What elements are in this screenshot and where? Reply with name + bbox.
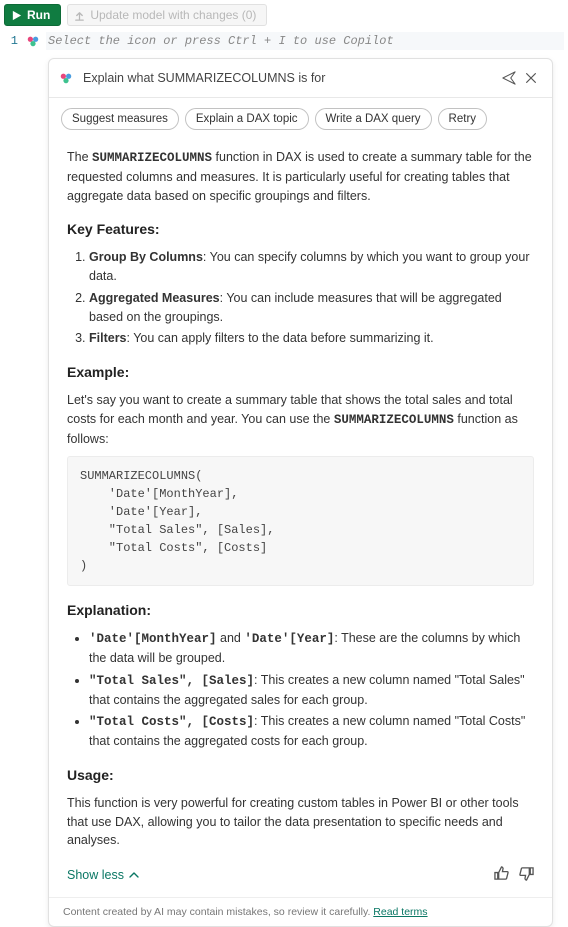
chip-explain-dax[interactable]: Explain a DAX topic xyxy=(185,108,309,130)
list-item: Aggregated Measures: You can include mea… xyxy=(89,289,534,327)
chevron-up-icon xyxy=(129,870,139,880)
suggestion-chips: Suggest measures Explain a DAX topic Wri… xyxy=(49,98,552,138)
close-icon xyxy=(524,71,538,85)
update-model-button: Update model with changes (0) xyxy=(67,4,267,26)
copilot-header-title: Explain what SUMMARIZECOLUMNS is for xyxy=(79,71,498,85)
editor-placeholder: Select the icon or press Ctrl + I to use… xyxy=(46,32,564,50)
heading-usage: Usage: xyxy=(67,765,534,786)
explanation-list: 'Date'[MonthYear] and 'Date'[Year]: Thes… xyxy=(67,629,534,751)
send-button[interactable] xyxy=(498,67,520,89)
code-block[interactable]: SUMMARIZECOLUMNS( 'Date'[MonthYear], 'Da… xyxy=(67,456,534,586)
chip-suggest-measures[interactable]: Suggest measures xyxy=(61,108,179,130)
toolbar: Run Update model with changes (0) xyxy=(0,0,568,32)
update-label: Update model with changes (0) xyxy=(90,8,256,22)
list-item: Filters: You can apply filters to the da… xyxy=(89,329,534,348)
play-icon xyxy=(11,10,22,21)
copilot-header: Explain what SUMMARIZECOLUMNS is for xyxy=(49,59,552,98)
show-less-button[interactable]: Show less xyxy=(67,866,139,885)
list-item: "Total Sales", [Sales]: This creates a n… xyxy=(89,671,534,710)
usage-paragraph: This function is very powerful for creat… xyxy=(67,794,534,850)
list-item: "Total Costs", [Costs]: This creates a n… xyxy=(89,712,534,751)
intro-paragraph: The SUMMARIZECOLUMNS function in DAX is … xyxy=(67,148,534,205)
line-number: 1 xyxy=(4,34,26,48)
upload-icon xyxy=(74,10,85,21)
run-label: Run xyxy=(27,8,50,22)
example-paragraph: Let's say you want to create a summary t… xyxy=(67,391,534,448)
thumbs-up-icon xyxy=(494,866,509,881)
list-item: 'Date'[MonthYear] and 'Date'[Year]: Thes… xyxy=(89,629,534,668)
send-icon xyxy=(502,71,516,85)
ai-disclaimer: Content created by AI may contain mistak… xyxy=(49,897,552,926)
copilot-panel: Explain what SUMMARIZECOLUMNS is for Sug… xyxy=(48,58,553,927)
read-terms-link[interactable]: Read terms xyxy=(373,906,427,918)
heading-explanation: Explanation: xyxy=(67,600,534,621)
copilot-response: The SUMMARIZECOLUMNS function in DAX is … xyxy=(49,138,552,897)
copilot-icon[interactable] xyxy=(26,34,40,48)
list-item: Group By Columns: You can specify column… xyxy=(89,248,534,286)
thumbs-up-button[interactable] xyxy=(494,866,509,887)
copilot-icon xyxy=(59,71,73,85)
thumbs-down-button[interactable] xyxy=(519,866,534,887)
run-button[interactable]: Run xyxy=(4,4,61,26)
chip-retry[interactable]: Retry xyxy=(438,108,487,130)
heading-example: Example: xyxy=(67,362,534,383)
chip-write-dax[interactable]: Write a DAX query xyxy=(315,108,432,130)
feedback-buttons xyxy=(494,866,534,887)
code-editor-line[interactable]: 1 Select the icon or press Ctrl + I to u… xyxy=(0,32,568,54)
features-list: Group By Columns: You can specify column… xyxy=(67,248,534,348)
heading-key-features: Key Features: xyxy=(67,219,534,240)
thumbs-down-icon xyxy=(519,866,534,881)
close-button[interactable] xyxy=(520,67,542,89)
